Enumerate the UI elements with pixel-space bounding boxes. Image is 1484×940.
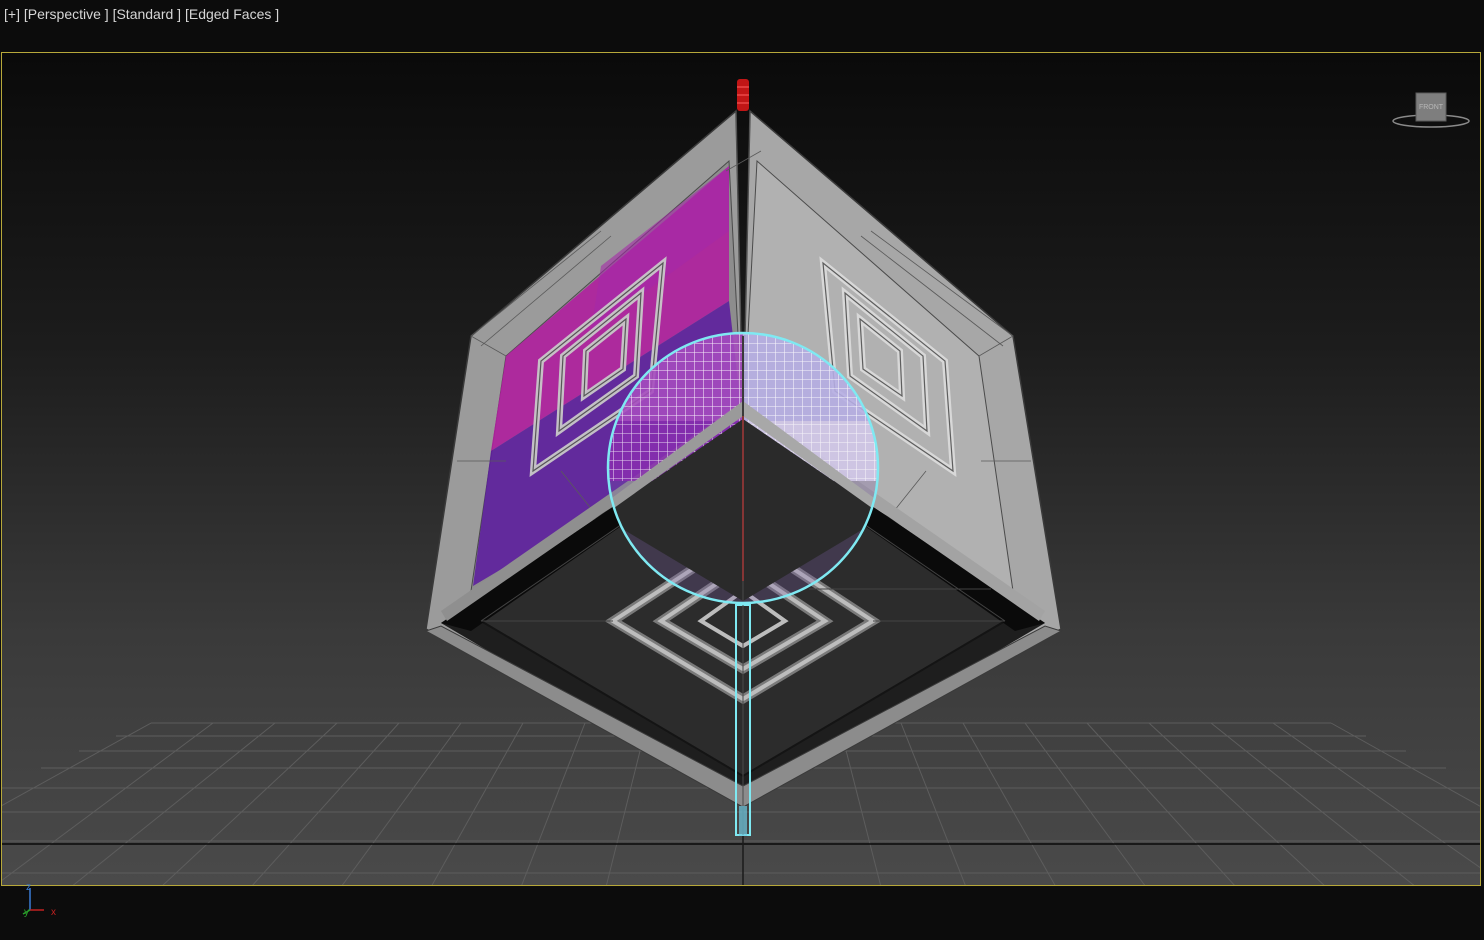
axis-y-label: y — [24, 907, 29, 918]
viewport-footer — [0, 887, 1484, 940]
viewport-shading-standard-menu[interactable]: [Standard ] — [113, 6, 182, 22]
viewport-plus-menu[interactable]: [+] — [4, 6, 20, 22]
viewport-header: [+] [Perspective ] [Standard ] [Edged Fa… — [0, 0, 1484, 52]
top-light-marker — [737, 79, 749, 111]
viewport-shading-mode-menu[interactable]: [Edged Faces ] — [185, 6, 279, 22]
axis-x-label: x — [51, 907, 56, 918]
viewport-pov-menu[interactable]: [Perspective ] — [24, 6, 109, 22]
scene-render — [2, 79, 1480, 885]
axis-z-label: z — [26, 882, 31, 893]
viewcube-widget[interactable]: FRONT — [1390, 91, 1472, 131]
axis-tripod-icon: z y x — [22, 882, 56, 918]
svg-text:FRONT: FRONT — [1419, 104, 1444, 111]
perspective-viewport[interactable]: FRONT — [1, 52, 1481, 886]
viewport-label-menu: [+] [Perspective ] [Standard ] [Edged Fa… — [4, 6, 279, 22]
